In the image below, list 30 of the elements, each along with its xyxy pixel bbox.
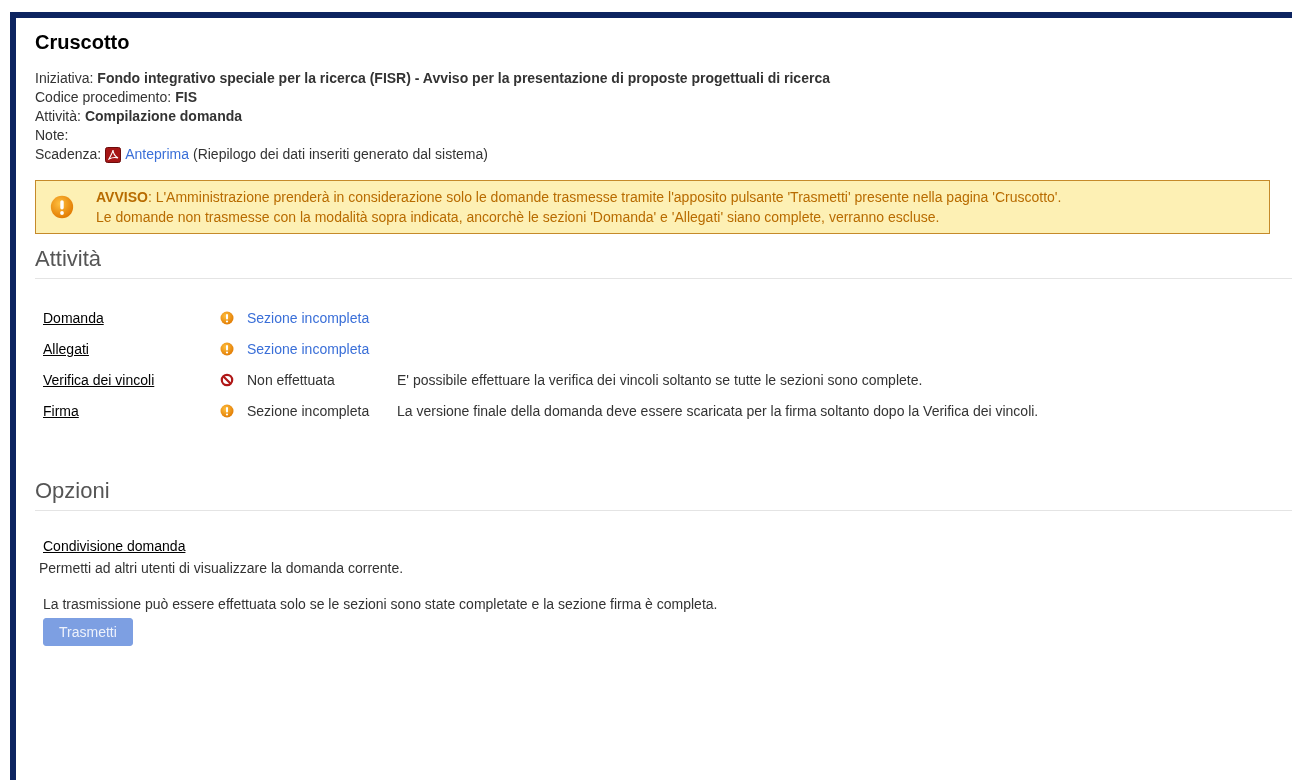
status-text: Sezione incompleta: [247, 402, 370, 419]
alert-message: Le domande non trasmesse con la modalità sopra indicata, ancorchè le sezioni 'Domanda' e 'Allegati' siano complete, verranno escluse.: [96, 208, 941, 227]
activity-link[interactable]: Allegati: [43, 340, 220, 357]
field-label: Scadenza:: [35, 145, 102, 164]
sharing-description: Permetti ad altri utenti di visualizzare la domanda corrente.: [39, 560, 405, 576]
field-label: Iniziativa:: [35, 69, 94, 88]
status-link[interactable]: Sezione incompleta: [247, 340, 370, 357]
field-label: Attività:: [35, 107, 81, 126]
activity-note: E' possibile effettuare la verifica dei vincoli soltanto se tutte le sezioni sono complete.: [397, 371, 923, 388]
field-label: Note:: [35, 126, 69, 145]
activity-link[interactable]: Firma: [43, 402, 220, 419]
page-title: Cruscotto: [35, 31, 130, 54]
field-label: Codice procedimento:: [35, 88, 172, 107]
preview-note: (Riepilogo dei dati inseriti generato dal sistema): [193, 145, 488, 164]
activity-link[interactable]: Verifica dei vincoli: [43, 371, 220, 388]
field-value: Compilazione domanda: [84, 107, 243, 126]
pdf-icon: [105, 146, 122, 163]
status-text: Non effettuata: [247, 371, 335, 388]
sharing-link[interactable]: Condivisione domanda: [43, 538, 186, 554]
warning-icon: [50, 195, 74, 219]
alert-message: AVVISO: L'Amministrazione prenderà in considerazione solo le domande trasmesse tramite l'apposito pulsante 'Trasmetti' presente nella pagina 'Cruscotto'.: [96, 188, 1062, 207]
preview-link[interactable]: Anteprima: [125, 145, 189, 164]
section-heading: Opzioni: [35, 478, 1292, 511]
section-heading: Attività: [35, 246, 1292, 279]
transmission-note: La trasmissione può essere effettuata solo se le sezioni sono state completate e la sezione firma è completa.: [43, 596, 719, 612]
activity-link[interactable]: Domanda: [43, 309, 220, 326]
status-link[interactable]: Sezione incompleta: [247, 309, 370, 326]
field-value: Fondo integrativo speciale per la ricerca (FISR) - Avviso per la presentazione di proposte progettuali di ricerca: [97, 69, 830, 88]
activity-note: La versione finale della domanda deve essere scaricata per la firma soltanto dopo la Verifica dei vincoli.: [397, 402, 1039, 419]
field-value: FIS: [175, 88, 197, 107]
